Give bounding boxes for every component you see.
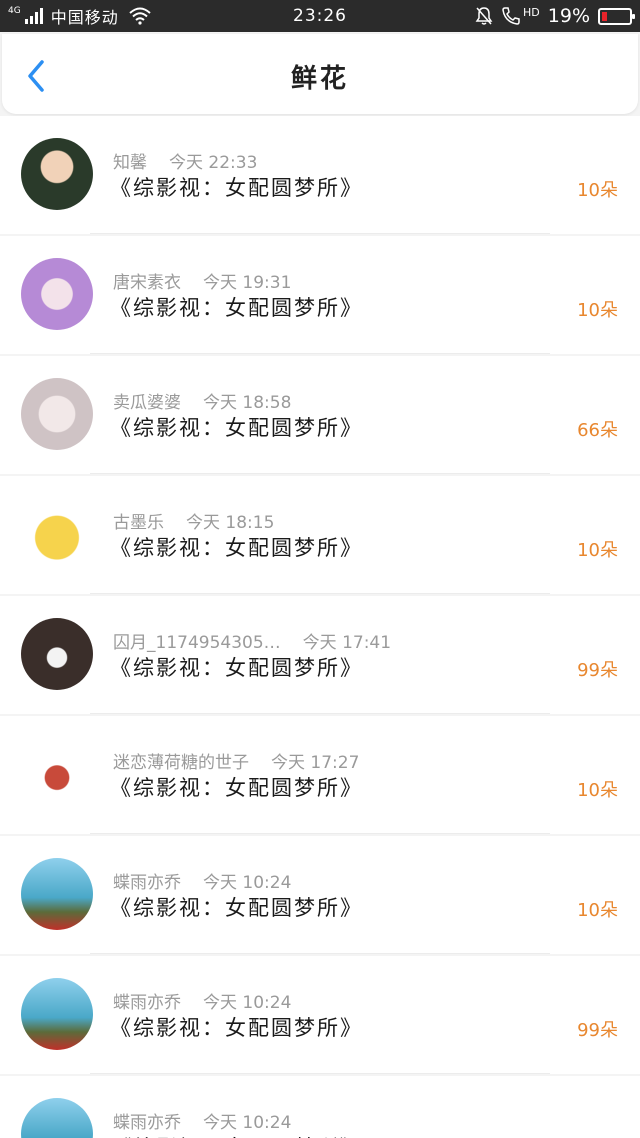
divider [90, 353, 550, 354]
avatar[interactable] [21, 978, 93, 1050]
status-right: HD 19% [475, 0, 635, 32]
user-name[interactable]: 知馨 [113, 153, 147, 173]
avatar[interactable] [21, 618, 93, 690]
divider [90, 233, 550, 234]
item-meta: 古墨乐 今天 18:15 [113, 508, 274, 533]
book-title: 《综影视：女配圆梦所》 [110, 176, 363, 200]
user-name[interactable]: 迷恋薄荷糖的世子 [113, 753, 249, 773]
book-title: 《综影视：女配圆梦所》 [110, 1132, 363, 1138]
flower-count: 66朵 [577, 420, 618, 441]
flower-count: 99朵 [577, 1020, 618, 1041]
item-meta: 唐宋素衣 今天 19:31 [113, 268, 291, 293]
status-bar: 4G 中国移动 23:26 HD 19% [0, 0, 640, 32]
avatar[interactable] [21, 858, 93, 930]
divider [90, 953, 550, 954]
divider [90, 593, 550, 594]
user-name[interactable]: 蝶雨亦乔 [113, 993, 181, 1013]
user-name[interactable]: 囚月_1174954305… [113, 633, 281, 653]
timestamp: 今天 22:33 [169, 153, 258, 173]
book-title: 《综影视：女配圆梦所》 [110, 776, 363, 800]
avatar[interactable] [21, 138, 93, 210]
item-meta: 迷恋薄荷糖的世子 今天 17:27 [113, 748, 359, 773]
page-title: 鲜花 [290, 64, 349, 94]
user-name[interactable]: 古墨乐 [113, 513, 164, 533]
flower-count: 10朵 [577, 900, 618, 921]
list-item[interactable]: 迷恋薄荷糖的世子 今天 17:27 《综影视：女配圆梦所》 10朵 [0, 716, 640, 834]
book-title: 《综影视：女配圆梦所》 [110, 656, 363, 680]
item-meta: 蝶雨亦乔 今天 10:24 [113, 988, 291, 1013]
flower-count: 10朵 [577, 780, 618, 801]
list-item[interactable]: 知馨 今天 22:33 《综影视：女配圆梦所》 10朵 [0, 116, 640, 234]
battery-level [602, 11, 607, 21]
divider [90, 713, 550, 714]
list-item[interactable]: 蝶雨亦乔 今天 10:24《综影视：女配圆梦所》 [0, 1076, 640, 1138]
divider [90, 1073, 550, 1074]
call-wifi-icon [502, 7, 520, 25]
user-name[interactable]: 唐宋素衣 [113, 273, 181, 293]
avatar[interactable] [21, 738, 93, 810]
divider [90, 833, 550, 834]
list-item[interactable]: 卖瓜婆婆 今天 18:58 《综影视：女配圆梦所》 66朵 [0, 356, 640, 474]
divider [90, 473, 550, 474]
flower-count: 10朵 [577, 300, 618, 321]
user-name[interactable]: 卖瓜婆婆 [113, 393, 181, 413]
avatar[interactable] [21, 258, 93, 330]
flower-count: 99朵 [577, 660, 618, 681]
timestamp: 今天 10:24 [203, 1113, 292, 1133]
nav-bar: 鲜花 [2, 34, 638, 114]
user-name[interactable]: 蝶雨亦乔 [113, 1113, 181, 1133]
timestamp: 今天 10:24 [203, 993, 292, 1013]
timestamp: 今天 18:15 [186, 513, 275, 533]
battery-percent: 19% [547, 5, 590, 27]
battery-icon [598, 7, 635, 25]
timestamp: 今天 18:58 [203, 393, 292, 413]
item-meta: 卖瓜婆婆 今天 18:58 [113, 388, 291, 413]
avatar[interactable] [21, 378, 93, 450]
list-item[interactable]: 囚月_1174954305… 今天 17:41 《综影视：女配圆梦所》 99朵 [0, 596, 640, 714]
book-title: 《综影视：女配圆梦所》 [110, 296, 363, 320]
item-meta: 囚月_1174954305… 今天 17:41 [113, 628, 391, 653]
book-title: 《综影视：女配圆梦所》 [110, 416, 363, 440]
list-item[interactable]: 蝶雨亦乔 今天 10:24 《综影视：女配圆梦所》 99朵 [0, 956, 640, 1074]
timestamp: 今天 17:41 [302, 633, 392, 653]
avatar[interactable] [21, 1098, 93, 1138]
hd-badge: HD [523, 5, 540, 19]
item-meta: 蝶雨亦乔 今天 10:24 [113, 868, 291, 893]
list-item[interactable]: 唐宋素衣 今天 19:31 《综影视：女配圆梦所》 10朵 [0, 236, 640, 354]
list-item[interactable]: 古墨乐 今天 18:15 《综影视：女配圆梦所》 10朵 [0, 476, 640, 594]
timestamp: 今天 17:27 [271, 753, 360, 773]
bell-muted-icon [475, 7, 493, 25]
user-name[interactable]: 蝶雨亦乔 [113, 873, 181, 893]
timestamp: 今天 19:31 [203, 273, 292, 293]
flower-count: 10朵 [577, 180, 618, 201]
avatar[interactable] [21, 498, 93, 570]
item-meta: 知馨 今天 22:33 [113, 148, 257, 173]
book-title: 《综影视：女配圆梦所》 [110, 536, 363, 560]
timestamp: 今天 10:24 [203, 873, 292, 893]
flower-count: 10朵 [577, 540, 618, 561]
book-title: 《综影视：女配圆梦所》 [110, 896, 363, 920]
list-item[interactable]: 蝶雨亦乔 今天 10:24 《综影视：女配圆梦所》 10朵 [0, 836, 640, 954]
book-title: 《综影视：女配圆梦所》 [110, 1016, 363, 1040]
item-meta: 蝶雨亦乔 今天 10:24 [113, 1108, 291, 1133]
